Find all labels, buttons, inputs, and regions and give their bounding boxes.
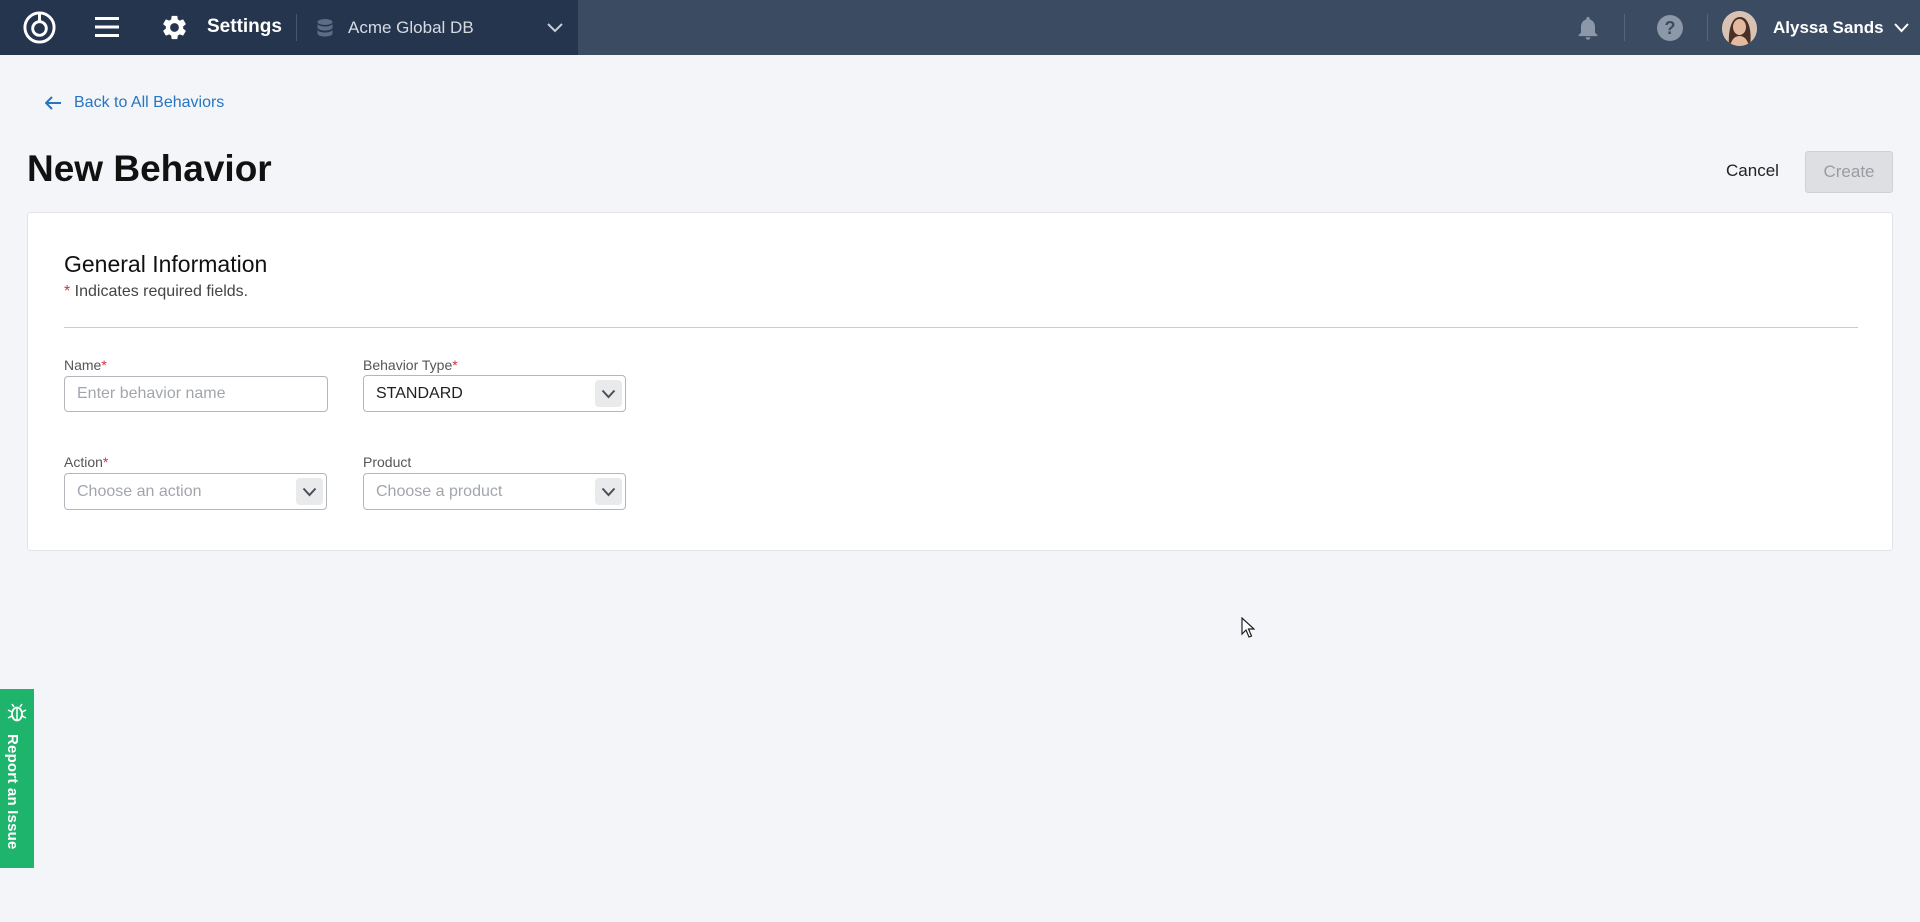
create-button[interactable]: Create	[1805, 151, 1893, 193]
required-star: *	[102, 454, 109, 470]
action-label-text: Action	[64, 454, 103, 470]
dropdown-toggle[interactable]	[595, 380, 622, 407]
bug-icon	[7, 703, 27, 722]
chevron-down-icon	[601, 487, 616, 496]
section-title: General Information	[64, 251, 268, 277]
name-label-text: Name	[64, 357, 102, 373]
dropdown-toggle[interactable]	[296, 478, 323, 505]
section-divider	[64, 327, 1858, 328]
chevron-down-icon	[601, 389, 616, 398]
product-label-text: Product	[363, 454, 412, 470]
action-select[interactable]: Choose an action	[64, 473, 327, 510]
database-name: Acme Global DB	[348, 17, 474, 37]
required-star: *	[101, 357, 107, 373]
avatar-image	[1722, 11, 1757, 46]
database-selector[interactable]: Acme Global DB	[316, 10, 564, 45]
divider	[1624, 14, 1625, 41]
report-an-issue-tab[interactable]: Report an Issue	[0, 689, 34, 868]
gear-icon[interactable]	[160, 13, 189, 42]
required-star: *	[452, 357, 458, 373]
topbar-left-panel: Settings Acme Global DB	[0, 0, 578, 55]
database-icon	[317, 18, 333, 36]
required-note-text: Indicates required fields.	[70, 283, 249, 300]
product-select[interactable]: Choose a product	[363, 473, 626, 510]
back-link-label: Back to All Behaviors	[74, 94, 225, 111]
mouse-cursor-icon	[1241, 617, 1255, 638]
action-placeholder: Choose an action	[77, 482, 202, 500]
behavior-type-field-label: Behavior Type*	[363, 357, 458, 373]
required-fields-note: * Indicates required fields.	[64, 283, 248, 301]
dropdown-toggle[interactable]	[595, 478, 622, 505]
page-title: New Behavior	[27, 148, 272, 189]
bell-icon[interactable]	[1574, 14, 1602, 42]
chevron-down-icon	[302, 487, 317, 496]
name-field-label: Name*	[64, 357, 107, 373]
report-an-issue-label: Report an Issue	[4, 734, 21, 850]
back-to-all-behaviors-link[interactable]: Back to All Behaviors	[45, 94, 224, 112]
chevron-down-icon	[547, 23, 563, 33]
hamburger-menu-icon[interactable]	[95, 16, 119, 38]
name-input[interactable]	[64, 376, 328, 412]
behavior-type-select[interactable]: STANDARD	[363, 375, 626, 412]
app-logo-icon[interactable]	[22, 10, 57, 45]
action-field-label: Action*	[64, 454, 108, 470]
cancel-button[interactable]: Cancel	[1710, 150, 1795, 192]
behavior-type-label-text: Behavior Type	[363, 357, 453, 373]
product-placeholder: Choose a product	[376, 482, 503, 500]
general-information-card: General Information * Indicates required…	[27, 212, 1893, 551]
settings-title: Settings	[207, 16, 282, 37]
divider	[296, 14, 297, 41]
product-field-label: Product	[363, 454, 411, 470]
svg-text:?: ?	[1665, 18, 1676, 38]
behavior-type-value: STANDARD	[376, 384, 463, 402]
help-icon[interactable]: ?	[1656, 14, 1684, 42]
arrow-left-icon	[45, 96, 61, 110]
top-bar: Settings Acme Global DB ? Alyssa Sands	[0, 0, 1920, 55]
divider	[1707, 14, 1708, 41]
avatar[interactable]	[1722, 11, 1757, 46]
user-name[interactable]: Alyssa Sands	[1773, 18, 1884, 38]
chevron-down-icon[interactable]	[1893, 21, 1910, 34]
